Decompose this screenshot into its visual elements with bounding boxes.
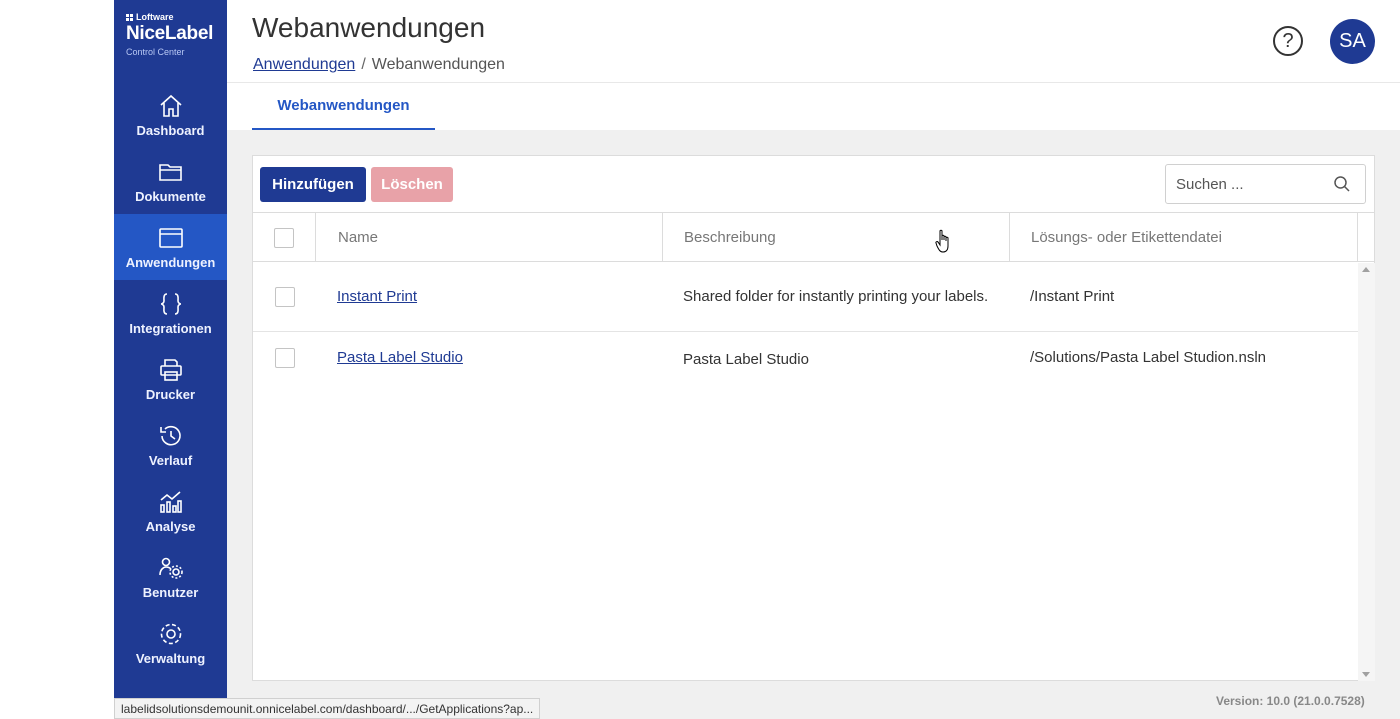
- application-link[interactable]: Instant Print: [337, 288, 417, 305]
- avatar[interactable]: SA: [1330, 19, 1375, 64]
- analytics-icon: [159, 490, 182, 513]
- sidebar-item-verwaltung[interactable]: Verwaltung: [114, 610, 227, 676]
- loftware-logo: Loftware: [126, 12, 227, 22]
- sidebar-item-label: Anwendungen: [125, 254, 216, 270]
- page-title: Webanwendungen: [252, 12, 486, 43]
- sidebar-item-dokumente[interactable]: Dokumente: [114, 148, 227, 214]
- description-cell: Pasta Label Studio: [683, 351, 809, 368]
- delete-button[interactable]: Löschen: [371, 167, 453, 202]
- column-header-name[interactable]: Name: [316, 213, 663, 262]
- sidebar-item-label: Integrationen: [129, 320, 212, 336]
- sidebar-item-dashboard[interactable]: Dashboard: [114, 82, 227, 148]
- status-bar-url: labelidsolutionsdemounit.onnicelabel.com…: [114, 698, 541, 719]
- row-select-cell: [253, 332, 316, 387]
- left-blank-area: [0, 0, 114, 719]
- home-icon: [159, 94, 182, 117]
- version-label: Version: 10.0 (21.0.0.7528): [1216, 694, 1365, 708]
- row-select-cell: [253, 262, 316, 331]
- page-header: Webanwendungen Anwendungen / Webanwendunge…: [227, 0, 1400, 83]
- applications-panel: Hinzufügen Löschen Name Beschreibung Lös…: [252, 155, 1375, 681]
- brand-logo[interactable]: Loftware NiceLabel Control Center: [114, 0, 227, 82]
- search-input[interactable]: [1176, 175, 1326, 193]
- sidebar-item-anwendungen[interactable]: Anwendungen: [114, 214, 227, 280]
- sidebar-item-label: Analyse: [145, 518, 196, 534]
- tab-bar: Webanwendungen: [227, 83, 1400, 130]
- braces-icon: [160, 292, 181, 315]
- table-toolbar: Hinzufügen Löschen: [253, 156, 1374, 213]
- sidebar-item-label: Verwaltung: [135, 650, 206, 666]
- sidebar-item-label: Verlauf: [148, 452, 193, 468]
- table-scrollbar[interactable]: [1358, 263, 1375, 681]
- gear-icon: [160, 623, 181, 644]
- printer-icon: [159, 358, 182, 381]
- file-cell: /Solutions/Pasta Label Studion.nsln: [1030, 349, 1266, 366]
- breadcrumb: Anwendungen / Webanwendungen: [253, 56, 505, 74]
- search-box: [1165, 164, 1366, 204]
- select-all-checkbox[interactable]: [274, 227, 294, 248]
- row-checkbox[interactable]: [274, 286, 295, 307]
- product-subtitle: Control Center: [126, 47, 185, 57]
- hand-cursor-icon: [935, 229, 949, 253]
- description-cell: Shared folder for instantly printing you…: [683, 287, 989, 305]
- folder-icon: [158, 163, 182, 181]
- application-link[interactable]: Pasta Label Studio: [337, 349, 463, 366]
- column-header-description[interactable]: Beschreibung: [663, 213, 1010, 262]
- breadcrumb-current: Webanwendungen: [371, 56, 505, 73]
- column-header-file[interactable]: Lösungs- oder Etikettendatei: [1010, 213, 1358, 262]
- sidebar-item-label: Dokumente: [135, 188, 206, 204]
- sidebar-item-label: Dashboard: [136, 122, 205, 138]
- name-cell: Instant Print: [316, 262, 663, 331]
- tab-webanwendungen[interactable]: Webanwendungen: [252, 83, 435, 130]
- product-name: NiceLabel: [126, 23, 214, 44]
- sidebar-item-verlauf[interactable]: Verlauf: [114, 412, 227, 478]
- table-row[interactable]: Instant Print Shared folder for instantl…: [253, 262, 1358, 332]
- scroll-up-icon[interactable]: [1362, 267, 1370, 272]
- history-icon: [159, 425, 181, 445]
- name-cell: Pasta Label Studio: [316, 332, 663, 387]
- scroll-down-icon[interactable]: [1362, 672, 1370, 677]
- table-row[interactable]: Pasta Label Studio Pasta Label Studio /S…: [253, 332, 1358, 387]
- search-icon[interactable]: [1333, 175, 1351, 193]
- breadcrumb-link-anwendungen[interactable]: Anwendungen: [253, 56, 355, 73]
- sidebar-item-label: Benutzer: [142, 584, 199, 600]
- row-checkbox[interactable]: [274, 348, 295, 368]
- help-icon[interactable]: ?: [1273, 26, 1303, 56]
- sidebar-item-analyse[interactable]: Analyse: [114, 478, 227, 544]
- main-content: Webanwendungen Anwendungen / Webanwendunge…: [227, 0, 1400, 719]
- sidebar-item-label: Drucker: [145, 386, 196, 402]
- add-button[interactable]: Hinzufügen: [260, 167, 366, 202]
- sidebar: Loftware NiceLabel Control Center Dashbo…: [114, 0, 227, 719]
- file-cell: /Instant Print: [1030, 288, 1115, 305]
- breadcrumb-separator: /: [361, 56, 366, 73]
- sidebar-item-drucker[interactable]: Drucker: [114, 346, 227, 412]
- window-icon: [158, 227, 183, 248]
- select-all-cell: [253, 213, 316, 262]
- table-header: Name Beschreibung Lösungs- oder Etikette…: [253, 213, 1374, 262]
- users-gear-icon: [158, 557, 183, 579]
- sidebar-item-benutzer[interactable]: Benutzer: [114, 544, 227, 610]
- sidebar-item-integrationen[interactable]: Integrationen: [114, 280, 227, 346]
